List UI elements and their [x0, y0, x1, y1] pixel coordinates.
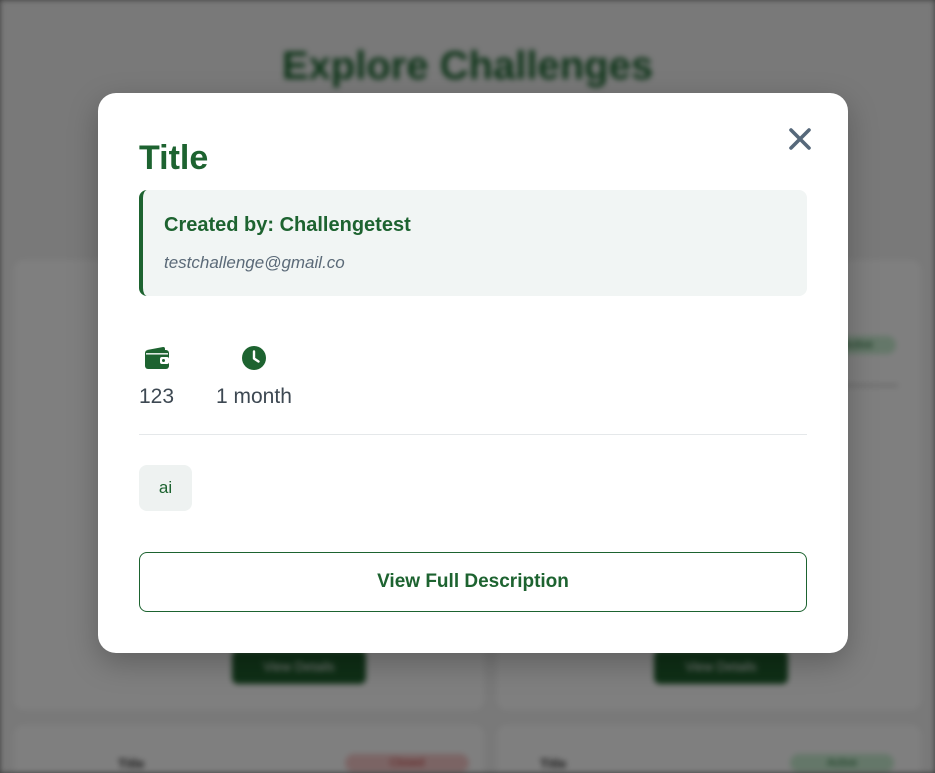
reward-value: 123: [139, 385, 175, 408]
challenge-modal: Title Created by: Challengetest testchal…: [98, 93, 848, 653]
tag-chip: ai: [139, 465, 192, 511]
close-button[interactable]: [786, 125, 814, 153]
creator-email: testchallenge@gmail.co: [164, 253, 345, 272]
duration-stat: 1 month: [216, 345, 292, 409]
wallet-icon: [144, 346, 169, 369]
view-full-description-button[interactable]: View Full Description: [139, 552, 807, 612]
modal-title: Title: [139, 139, 209, 177]
reward-stat: 123: [139, 345, 174, 409]
creator-name: Created by: Challengetest: [164, 214, 411, 236]
clock-icon: [241, 346, 266, 370]
duration-value: 1 month: [216, 385, 292, 408]
divider: [139, 434, 807, 435]
creator-info: Created by: Challengetest testchallenge@…: [139, 190, 807, 296]
close-icon: [789, 128, 811, 150]
